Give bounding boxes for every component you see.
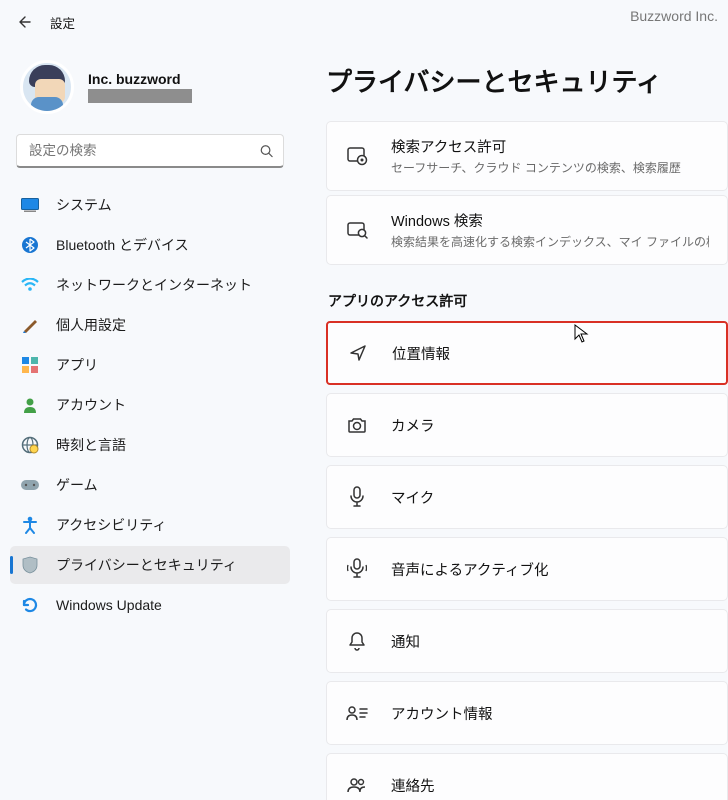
card-subtitle: セーフサーチ、クラウド コンテンツの検索、検索履歴 bbox=[391, 159, 709, 176]
paintbrush-icon bbox=[20, 315, 40, 335]
section-title-app-permissions: アプリのアクセス許可 bbox=[328, 291, 728, 311]
sidebar-item-label: アプリ bbox=[56, 355, 98, 375]
sidebar-item-label: ネットワークとインターネット bbox=[56, 275, 252, 295]
gamepad-icon bbox=[20, 475, 40, 495]
sidebar-item-label: Windows Update bbox=[56, 597, 162, 613]
shield-icon bbox=[20, 555, 40, 575]
voice-activation-icon bbox=[345, 557, 369, 581]
card-title: 検索アクセス許可 bbox=[391, 136, 709, 157]
sidebar-item-label: Bluetooth とデバイス bbox=[56, 235, 189, 255]
sidebar-item-windows-update[interactable]: Windows Update bbox=[10, 586, 290, 624]
card-notifications[interactable]: 通知 bbox=[326, 609, 728, 673]
accessibility-icon bbox=[20, 515, 40, 535]
card-account-info[interactable]: アカウント情報 bbox=[326, 681, 728, 745]
card-contacts[interactable]: 連絡先 bbox=[326, 753, 728, 800]
sidebar-item-time-language[interactable]: 時刻と言語 bbox=[10, 426, 290, 464]
search-permissions-icon bbox=[345, 144, 369, 168]
main-content: プライバシーとセキュリティ 検索アクセス許可 セーフサーチ、クラウド コンテンツ… bbox=[300, 38, 728, 800]
card-location[interactable]: 位置情報 bbox=[326, 321, 728, 385]
globe-clock-icon bbox=[20, 435, 40, 455]
sidebar-item-system[interactable]: システム bbox=[10, 186, 290, 224]
camera-icon bbox=[345, 413, 369, 437]
header-title: 設定 bbox=[50, 13, 75, 32]
card-voice-activation[interactable]: 音声によるアクティブ化 bbox=[326, 537, 728, 601]
card-title: カメラ bbox=[391, 415, 709, 436]
sidebar-item-label: 時刻と言語 bbox=[56, 435, 126, 455]
wifi-icon bbox=[20, 275, 40, 295]
sidebar-item-accessibility[interactable]: アクセシビリティ bbox=[10, 506, 290, 544]
location-icon bbox=[346, 341, 370, 365]
card-title: アカウント情報 bbox=[391, 703, 709, 724]
card-search-permissions[interactable]: 検索アクセス許可 セーフサーチ、クラウド コンテンツの検索、検索履歴 bbox=[326, 121, 728, 191]
card-title: マイク bbox=[391, 487, 709, 508]
sidebar-item-apps[interactable]: アプリ bbox=[10, 346, 290, 384]
card-microphone[interactable]: マイク bbox=[326, 465, 728, 529]
profile-email-redacted bbox=[88, 89, 192, 103]
sidebar-item-label: アカウント bbox=[56, 395, 126, 415]
windows-search-icon bbox=[345, 218, 369, 242]
profile-name: Inc. buzzword bbox=[88, 71, 192, 87]
card-title: 通知 bbox=[391, 631, 709, 652]
header: 設定 bbox=[0, 0, 728, 38]
avatar bbox=[20, 60, 74, 114]
sidebar-item-label: プライバシーとセキュリティ bbox=[56, 555, 237, 575]
card-camera[interactable]: カメラ bbox=[326, 393, 728, 457]
update-icon bbox=[20, 595, 40, 615]
apps-icon bbox=[20, 355, 40, 375]
search-input[interactable] bbox=[16, 134, 284, 168]
nav: システム Bluetooth とデバイス ネットワークとインターネット 個人用設… bbox=[6, 184, 294, 628]
sidebar-item-accounts[interactable]: アカウント bbox=[10, 386, 290, 424]
search-wrap bbox=[16, 134, 284, 168]
card-subtitle: 検索結果を高速化する検索インデックス、マイ ファイルの検索、検索から除 bbox=[391, 233, 709, 250]
card-title: 位置情報 bbox=[392, 343, 708, 364]
sidebar-item-personalization[interactable]: 個人用設定 bbox=[10, 306, 290, 344]
sidebar-item-network[interactable]: ネットワークとインターネット bbox=[10, 266, 290, 304]
microphone-icon bbox=[345, 485, 369, 509]
sidebar-item-label: システム bbox=[56, 195, 112, 215]
bluetooth-icon bbox=[20, 235, 40, 255]
sidebar: Inc. buzzword システム Bluetooth とデバイス bbox=[0, 38, 300, 800]
back-arrow-icon bbox=[16, 14, 32, 30]
profile-block[interactable]: Inc. buzzword bbox=[6, 42, 294, 134]
card-windows-search[interactable]: Windows 検索 検索結果を高速化する検索インデックス、マイ ファイルの検索… bbox=[326, 195, 728, 265]
card-title: 音声によるアクティブ化 bbox=[391, 559, 709, 580]
sidebar-item-gaming[interactable]: ゲーム bbox=[10, 466, 290, 504]
sidebar-item-bluetooth[interactable]: Bluetooth とデバイス bbox=[10, 226, 290, 264]
page-title: プライバシーとセキュリティ bbox=[326, 62, 728, 99]
bell-icon bbox=[345, 629, 369, 653]
sidebar-item-privacy[interactable]: プライバシーとセキュリティ bbox=[10, 546, 290, 584]
account-icon bbox=[20, 395, 40, 415]
back-button[interactable] bbox=[8, 6, 40, 38]
sidebar-item-label: ゲーム bbox=[56, 475, 98, 495]
sidebar-item-label: 個人用設定 bbox=[56, 315, 126, 335]
system-icon bbox=[20, 195, 40, 215]
card-title: 連絡先 bbox=[391, 775, 709, 796]
account-info-icon bbox=[345, 701, 369, 725]
sidebar-item-label: アクセシビリティ bbox=[56, 515, 166, 535]
search-icon bbox=[259, 144, 274, 159]
card-title: Windows 検索 bbox=[391, 210, 709, 231]
contacts-icon bbox=[345, 773, 369, 797]
watermark: Buzzword Inc. bbox=[630, 8, 718, 24]
